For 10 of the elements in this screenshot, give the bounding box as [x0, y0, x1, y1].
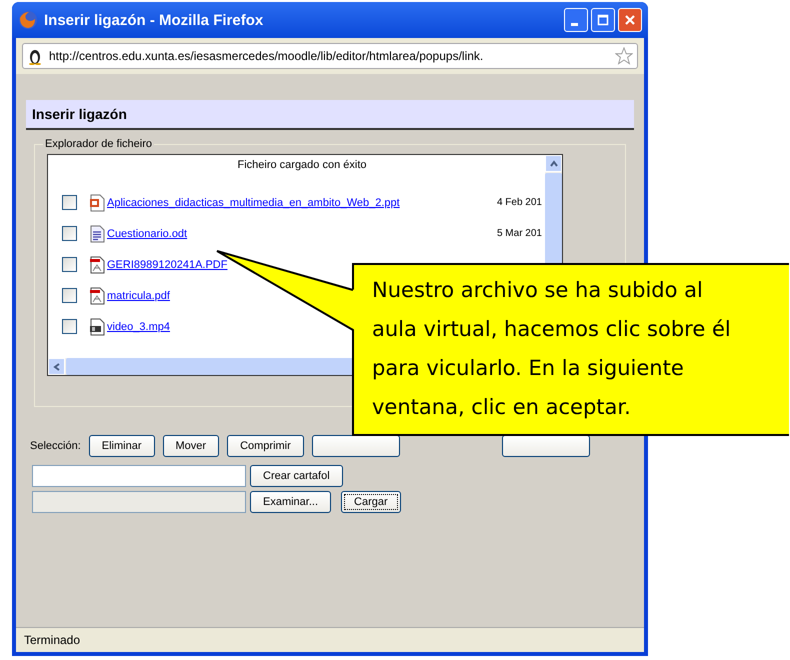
status-text: Terminado — [24, 633, 80, 647]
selection-label: Selección: — [30, 440, 81, 452]
dialog-title: Inserir ligazón — [32, 106, 127, 122]
window-title: Inserir ligazón - Mozilla Firefox — [44, 12, 264, 28]
file-date: 5 Mar 201 — [496, 228, 542, 239]
upload-message: Ficheiro cargado con éxito — [236, 159, 368, 171]
file-date: 4 Feb 201 — [496, 197, 542, 208]
callout-text: Nuestro archivo se ha subido al aula virtual, hacemos clic sobre él para vicularlo. En la siguiente ventana, clic en aceptar. — [372, 277, 732, 421]
url-text: http://centros.edu.xunta.es/iesasmercedes/moodle/lib/editor/htmlarea/popups/link. — [49, 49, 484, 63]
panel-legend: Explorador de ficheiro — [43, 138, 154, 150]
